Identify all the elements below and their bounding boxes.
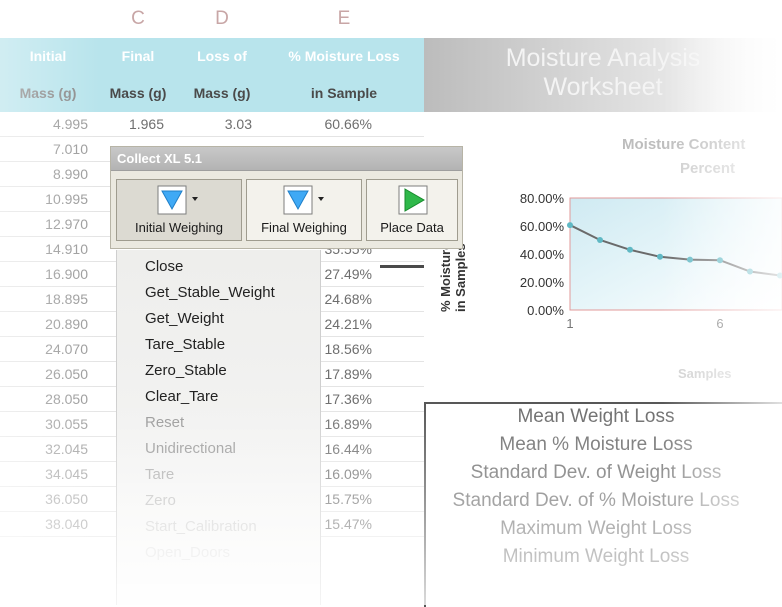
menu-item[interactable]: Zero	[145, 490, 176, 512]
cell-initial[interactable]: 18.895	[0, 287, 88, 311]
cell-initial[interactable]: 34.045	[0, 462, 88, 486]
cell-loss[interactable]: 3.03	[180, 112, 252, 136]
data-point	[627, 246, 633, 253]
stat-mean-weight-loss[interactable]: Mean Weight Loss	[426, 406, 766, 428]
header-initial-bottom: Mass (g)	[19, 85, 77, 101]
header-pct-bottom: in Sample	[310, 85, 378, 101]
worksheet-title: Moisture Analysis Worksheet	[424, 38, 782, 112]
header-loss-bottom: Mass (g)	[193, 85, 251, 101]
cell-initial[interactable]: 12.970	[0, 212, 88, 236]
cell-initial[interactable]: 36.050	[0, 487, 88, 511]
data-point	[567, 222, 573, 229]
initial-weighing-button[interactable]: Initial Weighing	[116, 179, 242, 241]
cell-initial[interactable]: 24.070	[0, 337, 88, 361]
menu-item[interactable]: Reset	[145, 412, 184, 434]
menu-item[interactable]: Get_Stable_Weight	[145, 282, 275, 304]
menu-item[interactable]: Tare_Stable	[145, 334, 225, 356]
stats-panel: Mean Weight Loss Mean % Moisture Loss St…	[424, 402, 782, 607]
title-line-2: Worksheet	[543, 73, 663, 101]
plot-area	[569, 197, 782, 311]
cell-initial[interactable]: 10.995	[0, 187, 88, 211]
menu-item[interactable]: Tare	[145, 464, 174, 486]
header-final-top: Final	[121, 48, 155, 64]
cell-initial[interactable]: 26.050	[0, 362, 88, 386]
x-tick-label: 6	[716, 316, 723, 331]
collect-xl-toolbar[interactable]: Collect XL 5.1 Initial Weighing Final We…	[110, 146, 463, 249]
column-letter-c[interactable]: C	[96, 0, 180, 38]
cell-initial[interactable]: 14.910	[0, 237, 88, 261]
final-weighing-label: Final Weighing	[261, 220, 347, 235]
header-loss-of-mass[interactable]: Loss of Mass (g)	[180, 38, 265, 112]
menu-item[interactable]: Close	[145, 256, 183, 278]
stat-max-weight[interactable]: Maximum Weight Loss	[426, 518, 766, 540]
blue-down-triangle-icon	[157, 185, 198, 215]
header-initial-top: Initial	[29, 48, 67, 64]
initial-weighing-label: Initial Weighing	[135, 220, 223, 235]
data-point	[687, 256, 693, 263]
cell-initial[interactable]: 30.055	[0, 412, 88, 436]
y-tick-label: 80.00%	[520, 191, 565, 206]
data-point	[747, 268, 753, 275]
stat-std-pct[interactable]: Standard Dev. of % Moisture Loss	[426, 490, 766, 512]
column-letter-d[interactable]: D	[180, 0, 264, 38]
cell-initial[interactable]: 16.900	[0, 262, 88, 286]
menu-item[interactable]: Open_Doors	[145, 542, 230, 564]
place-data-label: Place Data	[380, 220, 444, 235]
green-play-icon	[398, 185, 428, 215]
cell-initial[interactable]: 28.050	[0, 387, 88, 411]
header-final-mass[interactable]: Final Mass (g)	[96, 38, 181, 112]
cell-initial[interactable]: 7.010	[0, 137, 88, 161]
place-data-button[interactable]: Place Data	[366, 179, 458, 241]
selection-arrow	[380, 265, 424, 268]
y-tick-label: 60.00%	[520, 219, 565, 234]
data-point	[657, 253, 663, 260]
toolbar-title[interactable]: Collect XL 5.1	[111, 147, 462, 171]
initial-weighing-dropdown: Close Get_Stable_Weight Get_Weight Tare_Sta…	[116, 250, 321, 605]
data-point	[717, 257, 723, 264]
y-tick-label: 40.00%	[520, 247, 565, 262]
header-pct-top: % Moisture Loss	[288, 48, 400, 64]
data-point	[597, 237, 603, 243]
cell-initial[interactable]: 4.995	[0, 112, 88, 136]
cell-pct[interactable]: 60.66%	[268, 112, 372, 136]
header-final-bottom: Mass (g)	[109, 85, 167, 101]
header-initial-mass[interactable]: Initial Mass (g)	[0, 38, 97, 112]
stat-min-weight[interactable]: Minimum Weight Loss	[426, 546, 766, 568]
stat-std-weight[interactable]: Standard Dev. of Weight Loss	[426, 462, 766, 484]
cell-initial[interactable]: 8.990	[0, 162, 88, 186]
stat-mean-pct[interactable]: Mean % Moisture Loss	[426, 434, 766, 456]
blue-down-triangle-icon	[283, 185, 324, 215]
y-tick-label: 20.00%	[520, 275, 565, 290]
header-pct-moisture-loss[interactable]: % Moisture Loss in Sample	[264, 38, 425, 112]
x-axis-label: Samples	[678, 366, 732, 381]
menu-item[interactable]: Start_Calibration	[145, 516, 257, 538]
menu-item[interactable]: Zero_Stable	[145, 360, 227, 382]
column-letter-e[interactable]: E	[264, 0, 424, 38]
x-tick-label: 1	[566, 316, 573, 331]
final-weighing-button[interactable]: Final Weighing	[246, 179, 362, 241]
menu-item[interactable]: Clear_Tare	[145, 386, 218, 408]
cell-final[interactable]: 1.965	[92, 112, 164, 136]
table-row: 4.995 1.965 3.03 60.66%	[0, 112, 424, 137]
header-loss-top: Loss of	[197, 48, 247, 64]
chart-plot: % Moisture Present in Samples 80.00%60.0…	[438, 191, 782, 331]
moisture-chart[interactable]: Moisture Content Percent % Moisture Pres…	[424, 112, 782, 402]
title-line-1: Moisture Analysis	[505, 44, 701, 72]
cell-initial[interactable]: 32.045	[0, 437, 88, 461]
cell-initial[interactable]: 20.890	[0, 312, 88, 336]
cell-initial[interactable]: 38.040	[0, 512, 88, 536]
y-tick-label: 0.00%	[527, 303, 564, 318]
menu-item[interactable]: Get_Weight	[145, 308, 224, 330]
menu-item[interactable]: Unidirectional	[145, 438, 236, 460]
